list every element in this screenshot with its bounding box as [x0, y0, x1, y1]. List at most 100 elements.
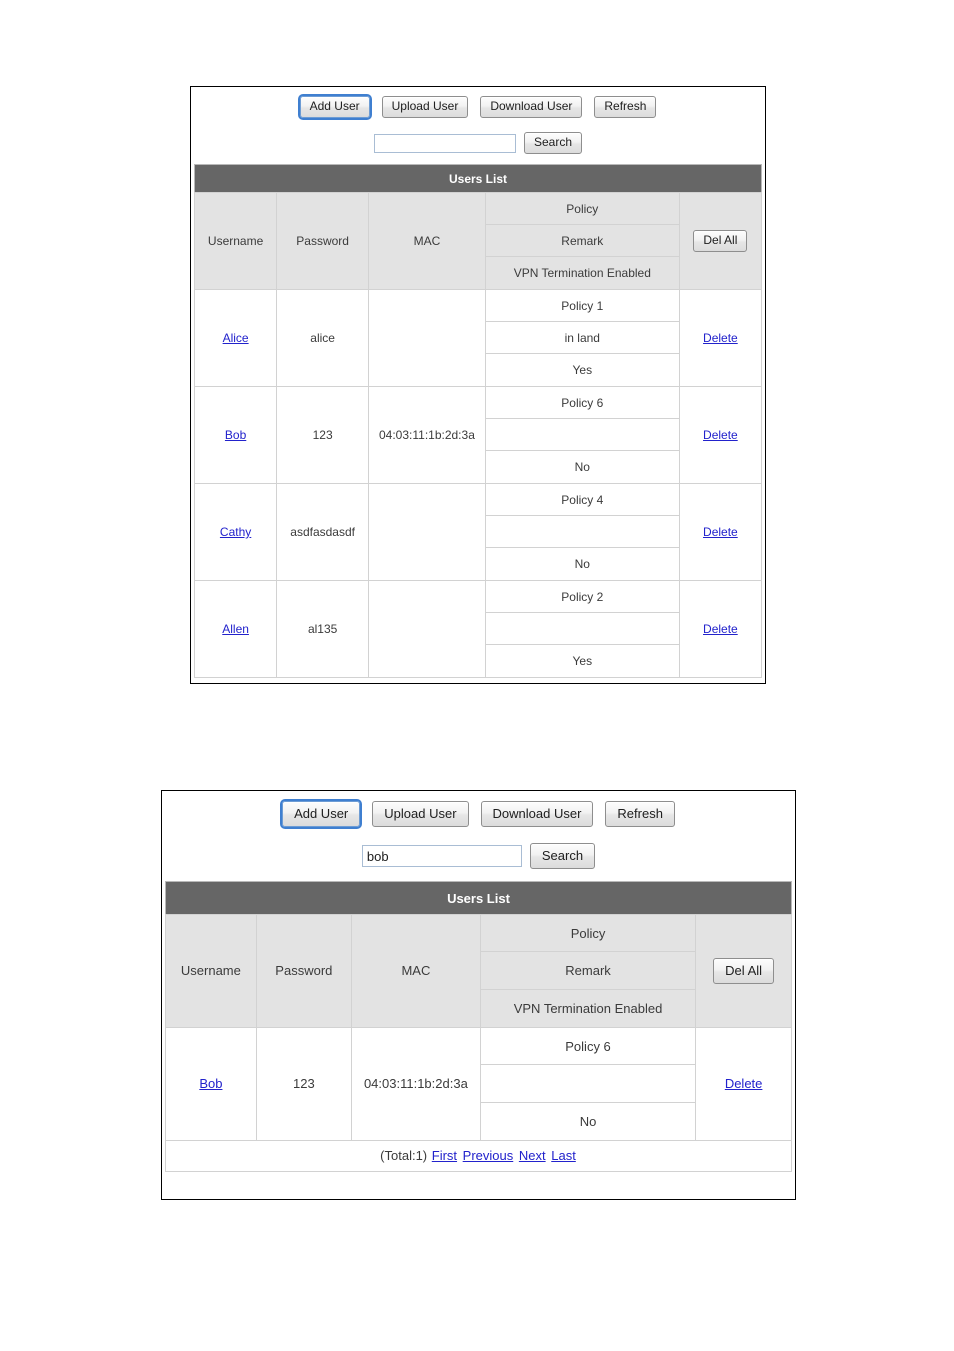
table-header-row: Username Password MAC Policy Remark VPN … — [193, 192, 763, 290]
column-header-policy: Policy — [480, 915, 696, 953]
search-input[interactable] — [361, 845, 522, 867]
cell-policy: Policy 4 — [485, 484, 679, 516]
username-link[interactable]: Alice — [223, 331, 249, 345]
cell-remark: in land — [485, 322, 679, 354]
column-header-actions: Del All — [678, 192, 763, 290]
cell-vpn: Yes — [572, 654, 593, 668]
delete-link[interactable]: Delete — [703, 331, 738, 345]
cell-mac — [368, 289, 486, 387]
pagination-previous[interactable]: Previous — [463, 1148, 514, 1163]
column-header-remark: Remark — [485, 225, 679, 257]
users-list-panel-unfiltered: Add User Upload User Download User Refre… — [190, 86, 766, 684]
cell-username: Cathy — [193, 483, 278, 581]
cell-username: Bob — [193, 386, 278, 484]
password-value: 123 — [312, 428, 333, 442]
cell-vpn: No — [574, 460, 590, 474]
cell-password: 123 — [255, 1026, 352, 1141]
cell-password: al135 — [276, 580, 370, 678]
toolbar: Add User Upload User Download User Refre… — [191, 87, 765, 120]
users-table: Username Password MAC Policy Remark VPN … — [165, 914, 792, 1141]
delete-link[interactable]: Delete — [703, 428, 738, 442]
download-user-button[interactable]: Download User — [480, 96, 583, 118]
refresh-button[interactable]: Refresh — [605, 801, 675, 827]
column-header-policy-group: Policy Remark VPN Termination Enabled — [479, 914, 697, 1028]
cell-password: alice — [276, 289, 370, 387]
cell-action: Delete — [678, 289, 763, 387]
cell-policy: Policy 6 — [480, 1028, 696, 1066]
pagination-first[interactable]: First — [432, 1148, 457, 1163]
cell-remark — [485, 516, 679, 548]
search-row: Search — [162, 827, 795, 881]
del-all-button[interactable]: Del All — [713, 957, 775, 984]
search-input[interactable] — [373, 133, 516, 153]
search-row: Search — [191, 118, 765, 164]
column-header-actions: Del All — [695, 914, 792, 1028]
pagination-total: (Total:1) — [380, 1147, 428, 1163]
cell-policy: Policy 6 — [485, 387, 679, 419]
password-value: alice — [310, 331, 335, 345]
cell-action: Delete — [678, 580, 763, 678]
table-row: Bob 123 04:03:11:1b:2d:3a Policy 6 No Delete — [165, 1026, 792, 1141]
users-table-head: Username Password MAC Policy Remark VPN … — [165, 914, 792, 1028]
cell-action: Delete — [678, 483, 763, 581]
cell-vpn: No — [574, 557, 590, 571]
users-list-container: Users List Username Password MAC Policy … — [162, 881, 795, 1175]
cell-mac — [368, 580, 486, 678]
username-link[interactable]: Bob — [199, 1076, 222, 1091]
cell-action: Delete — [678, 386, 763, 484]
cell-username: Allen — [193, 580, 278, 678]
users-table-head: Username Password MAC Policy Remark VPN … — [193, 192, 763, 290]
username-link[interactable]: Cathy — [220, 525, 251, 539]
column-header-mac: MAC — [350, 914, 481, 1028]
column-header-vpn: VPN Termination Enabled — [513, 1000, 663, 1016]
username-link[interactable]: Bob — [225, 428, 246, 442]
cell-username: Alice — [193, 289, 278, 387]
cell-remark — [485, 419, 679, 451]
cell-policy-group: Policy 6 No — [484, 386, 680, 484]
delete-link[interactable]: Delete — [725, 1076, 763, 1091]
cell-policy-group: Policy 6 No — [479, 1026, 697, 1141]
toolbar: Add User Upload User Download User Refre… — [162, 791, 795, 829]
cell-password: asdfasdasdf — [276, 483, 370, 581]
cell-vpn: No — [579, 1113, 597, 1129]
users-table-body: Alice alice Policy 1 in land Yes Delete Bob 123… — [193, 289, 763, 678]
pagination-next[interactable]: Next — [519, 1148, 546, 1163]
users-list-panel-filtered: Add User Upload User Download User Refre… — [161, 790, 796, 1200]
pagination: (Total:1) First Previous Next Last — [165, 1140, 792, 1172]
users-table: Username Password MAC Policy Remark VPN … — [193, 192, 763, 678]
password-value: 123 — [292, 1075, 315, 1091]
column-header-username: Username — [193, 192, 278, 290]
password-value: al135 — [307, 622, 338, 636]
cell-mac: 04:03:11:1b:2d:3a — [350, 1026, 481, 1141]
refresh-button[interactable]: Refresh — [594, 96, 657, 118]
del-all-button[interactable]: Del All — [693, 230, 748, 252]
table-row: Allen al135 Policy 2 Yes Delete — [193, 580, 763, 678]
cell-policy-group: Policy 2 Yes — [484, 580, 680, 678]
users-list-title: Users List — [165, 881, 792, 914]
username-link[interactable]: Allen — [222, 622, 249, 636]
cell-policy-group: Policy 1 in land Yes — [484, 289, 680, 387]
search-button[interactable]: Search — [523, 132, 583, 154]
table-row: Alice alice Policy 1 in land Yes Delete — [193, 289, 763, 387]
cell-action: Delete — [695, 1026, 792, 1141]
pagination-last[interactable]: Last — [551, 1148, 576, 1163]
cell-password: 123 — [276, 386, 370, 484]
column-header-policy-group: Policy Remark VPN Termination Enabled — [484, 192, 680, 290]
users-table-body: Bob 123 04:03:11:1b:2d:3a Policy 6 No Delete — [165, 1026, 792, 1141]
column-header-policy: Policy — [485, 193, 679, 225]
cell-policy-group: Policy 4 No — [484, 483, 680, 581]
download-user-button[interactable]: Download User — [480, 801, 594, 827]
table-header-row: Username Password MAC Policy Remark VPN … — [165, 914, 792, 1028]
column-header-password: Password — [276, 192, 370, 290]
cell-vpn: Yes — [572, 363, 593, 377]
upload-user-button[interactable]: Upload User — [372, 801, 469, 827]
delete-link[interactable]: Delete — [703, 525, 738, 539]
add-user-button[interactable]: Add User — [297, 94, 372, 120]
upload-user-button[interactable]: Upload User — [381, 96, 469, 118]
column-header-password: Password — [255, 914, 352, 1028]
search-button[interactable]: Search — [529, 843, 596, 869]
column-header-remark: Remark — [480, 952, 696, 990]
delete-link[interactable]: Delete — [703, 622, 738, 636]
password-value: asdfasdasdf — [290, 525, 355, 539]
add-user-button[interactable]: Add User — [280, 799, 363, 829]
